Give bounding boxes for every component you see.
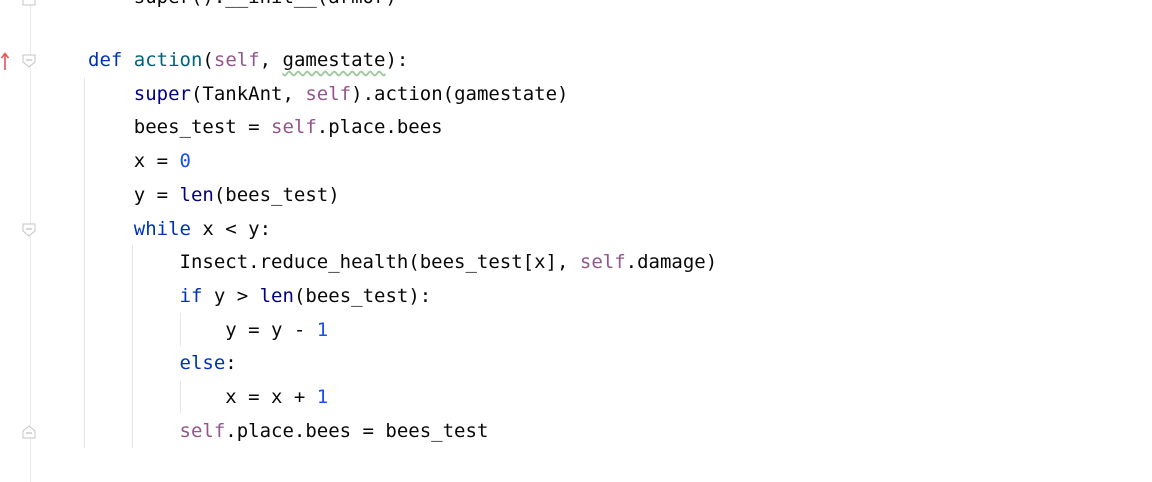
code-text: y = y -	[88, 319, 317, 341]
builtin-token: super	[133, 83, 191, 105]
code-text: y =	[88, 184, 180, 206]
keyword-token: else	[179, 352, 226, 374]
code-text: (TankAnt,	[190, 83, 306, 105]
code-line-ydec[interactable]: y = y - 1	[88, 314, 328, 347]
code-text: (bees_test):	[293, 285, 432, 307]
self-token: self	[305, 83, 352, 105]
code-line-def[interactable]: def action(self, gamestate):	[88, 44, 408, 77]
code-line-partial: super().__init__(armor)	[88, 0, 397, 8]
code-line-xinc[interactable]: x = x + 1	[88, 381, 328, 414]
code-text: ):	[385, 49, 409, 71]
code-text: ).action(gamestate)	[351, 83, 569, 105]
number-token: 1	[316, 319, 329, 341]
code-text: ,	[259, 49, 283, 71]
function-name-token: action	[133, 49, 203, 71]
code-text: (	[202, 49, 214, 71]
code-text: bees_test =	[88, 116, 272, 138]
code-line-super[interactable]: super(TankAnt, self).action(gamestate)	[88, 78, 569, 111]
self-token: self	[271, 116, 317, 138]
builtin-token: len	[179, 184, 214, 206]
code-line-assign[interactable]: self.place.bees = bees_test	[88, 415, 489, 448]
code-text: :	[225, 352, 237, 374]
code-text: x = x +	[88, 386, 317, 408]
code-text: .place.bees = bees_test	[225, 420, 489, 442]
number-token: 1	[316, 386, 329, 408]
code-text: .damage)	[625, 251, 718, 273]
keyword-token: if	[179, 285, 203, 307]
self-token: self	[579, 251, 626, 273]
keyword-token: def	[88, 49, 123, 71]
code-text: x =	[88, 150, 180, 172]
code-editor[interactable]: super().__init__(armor) def action(self,…	[0, 0, 1152, 482]
code-line-else[interactable]: else:	[88, 347, 237, 380]
code-text: Insect.reduce_health(bees_test[x],	[88, 251, 580, 273]
code-text: y >	[202, 285, 260, 307]
code-line-bees[interactable]: bees_test = self.place.bees	[88, 111, 443, 144]
self-token: self	[213, 49, 260, 71]
code-line-x0[interactable]: x = 0	[88, 145, 191, 178]
builtin-token: len	[259, 285, 294, 307]
code-line-if[interactable]: if y > len(bees_test):	[88, 280, 432, 313]
parameter-token: gamestate	[282, 49, 386, 71]
code-text: .place.bees	[316, 116, 443, 138]
code-text: (bees_test)	[213, 184, 340, 206]
code-text: x < y:	[190, 218, 272, 240]
code-line-while[interactable]: while x < y:	[88, 213, 271, 246]
code-line-reduce[interactable]: Insect.reduce_health(bees_test[x], self.…	[88, 246, 718, 279]
number-token: 0	[179, 150, 191, 172]
self-token: self	[179, 420, 226, 442]
code-line-ylen[interactable]: y = len(bees_test)	[88, 179, 340, 212]
keyword-token: while	[133, 218, 191, 240]
